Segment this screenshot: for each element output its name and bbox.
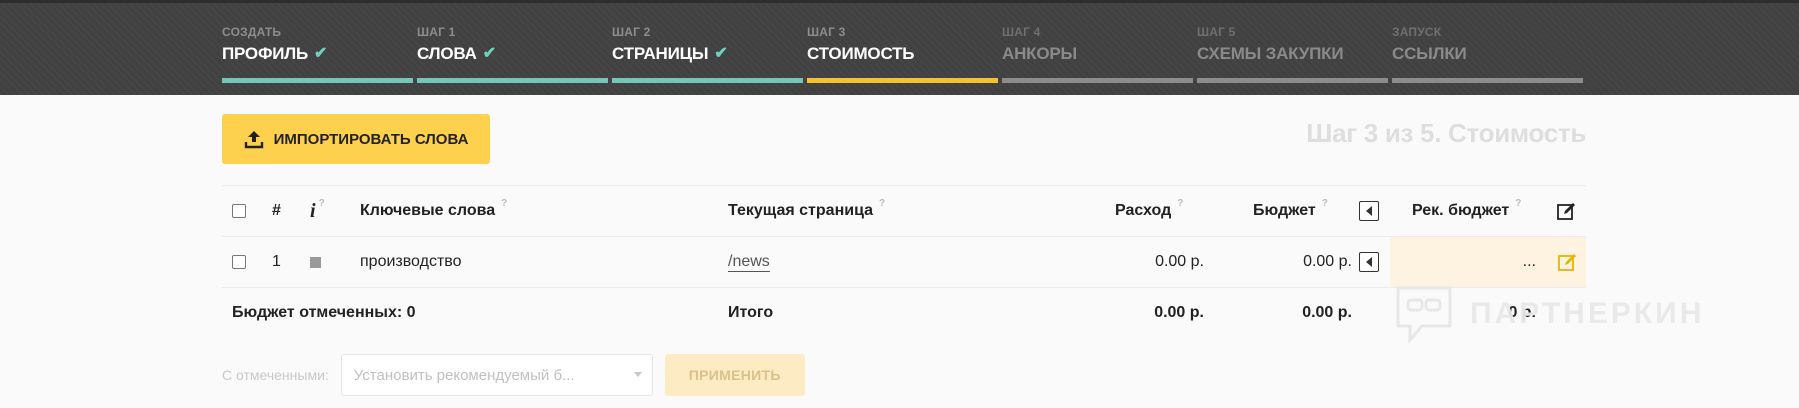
step-caption: ШАГ 5 [1197,25,1236,39]
step-caption: ЗАПУСК [1392,25,1442,39]
step-label: СТОИМОСТЬ [807,44,915,63]
step-progress-bar [807,78,998,83]
row-page-link[interactable]: /news [728,253,770,272]
step-profile[interactable]: СОЗДАТЬ ПРОФИЛЬ ✔ [222,25,413,83]
step-label: СХЕМЫ ЗАКУПКИ [1197,44,1344,63]
step-label: ПРОФИЛЬ [222,44,309,63]
col-num-header: # [272,202,281,219]
copy-left-all-button[interactable] [1359,201,1379,221]
step-progress-bar [1197,78,1388,83]
col-budget-header: Бюджет [1253,202,1316,219]
total-budget: 0.00 р. [1302,304,1352,321]
edit-icon [1557,203,1575,220]
copy-left-button[interactable] [1359,252,1379,272]
help-icon[interactable]: ? [1515,198,1521,209]
row-keyword: производство [360,253,462,270]
table-row: 1 производство /news 0.00 р. 0.00 р. ... [222,236,1586,287]
row-budget[interactable]: 0.00 р. [1242,237,1352,287]
apply-button[interactable]: ПРИМЕНИТЬ [664,354,805,396]
check-icon: ✔ [314,45,328,62]
col-current-page-header: Текущая страница [728,202,873,219]
watermark-text: ПАРТНЕРКИН [1470,297,1705,330]
step-label: ССЫЛКИ [1392,44,1467,63]
step-links: ЗАПУСК ССЫЛКИ [1392,25,1583,83]
col-expense-header: Расход [1115,202,1172,219]
step-pages[interactable]: ШАГ 2 СТРАНИЦЫ ✔ [612,25,803,83]
step-purchase-schemes: ШАГ 5 СХЕМЫ ЗАКУПКИ [1197,25,1388,83]
step-caption: ШАГ 1 [417,25,456,39]
table-footer-row: Бюджет отмеченных: 0 Итого 0.00 р. 0.00 … [222,287,1586,338]
watermark: ПАРТНЕРКИН [1392,282,1704,346]
import-words-label: ИМПОРТИРОВАТЬ СЛОВА [273,130,469,148]
step-label: СТРАНИЦЫ [612,44,709,63]
table-header-row: # i ? Ключевые слова ? Текущая страница … [222,185,1586,236]
bulk-label: С отмеченными: [222,367,329,383]
row-edit-button[interactable] [1548,237,1586,287]
step-progress-bar [612,78,803,83]
help-icon[interactable]: ? [879,198,885,209]
row-checkbox[interactable] [232,255,246,269]
help-icon[interactable]: ? [1177,198,1183,209]
status-square-icon [310,256,321,268]
step-caption: СОЗДАТЬ [222,25,282,39]
import-words-button[interactable]: ИМПОРТИРОВАТЬ СЛОВА [222,114,490,164]
check-icon: ✔ [714,45,728,62]
step-anchors: ШАГ 4 АНКОРЫ [1002,25,1193,83]
step-progress-bar [222,78,413,83]
step-progress-bar [1392,78,1583,83]
bulk-select-value: Установить рекомендуемый б... [353,366,575,384]
help-icon[interactable]: ? [1322,198,1328,209]
cost-table: # i ? Ключевые слова ? Текущая страница … [222,185,1586,338]
col-rec-budget-header: Рек. бюджет [1412,202,1510,219]
step-progress-bar [417,78,608,83]
help-icon[interactable]: ? [501,198,507,209]
step-caption: ШАГ 4 [1002,25,1041,39]
bulk-actions: С отмеченными: Установить рекомендуемый … [222,354,805,396]
total-expense: 0.00 р. [1154,304,1204,321]
wizard-steps: СОЗДАТЬ ПРОФИЛЬ ✔ ШАГ 1 СЛОВА ✔ ШАГ 2 СТРА… [222,25,1587,83]
help-icon[interactable]: ? [319,198,325,209]
step-label: СЛОВА [417,44,477,63]
row-rec-budget: ... [1390,237,1548,287]
check-icon: ✔ [482,45,496,62]
step-caption: ШАГ 3 [807,25,846,39]
upload-icon [244,129,264,149]
step-progress-bar [1002,78,1193,83]
page-title: Шаг 3 из 5. Стоимость [1306,118,1586,148]
row-expense: 0.00 р. [1155,253,1204,270]
row-num: 1 [272,253,281,270]
step-caption: ШАГ 2 [612,25,651,39]
step-label: АНКОРЫ [1002,44,1077,63]
step-cost[interactable]: ШАГ 3 СТОИМОСТЬ [807,25,998,83]
step-words[interactable]: ШАГ 1 СЛОВА ✔ [417,25,608,83]
arrow-left-icon [1366,206,1372,216]
select-all-checkbox[interactable] [232,204,246,218]
chat-logo-icon [1396,286,1452,345]
bulk-action-select[interactable]: Установить рекомендуемый б... [340,354,653,396]
edit-icon [1558,254,1576,271]
edit-all-button[interactable] [1556,186,1576,236]
wizard-header: СОЗДАТЬ ПРОФИЛЬ ✔ ШАГ 1 СЛОВА ✔ ШАГ 2 СТРА… [0,0,1799,95]
chevron-down-icon [633,372,642,377]
info-icon: i [310,199,316,222]
col-keywords-header: Ключевые слова [360,202,496,219]
arrow-left-icon [1366,257,1372,267]
selected-budget: Бюджет отмеченных: 0 [232,304,416,321]
total-label: Итого [728,304,774,321]
